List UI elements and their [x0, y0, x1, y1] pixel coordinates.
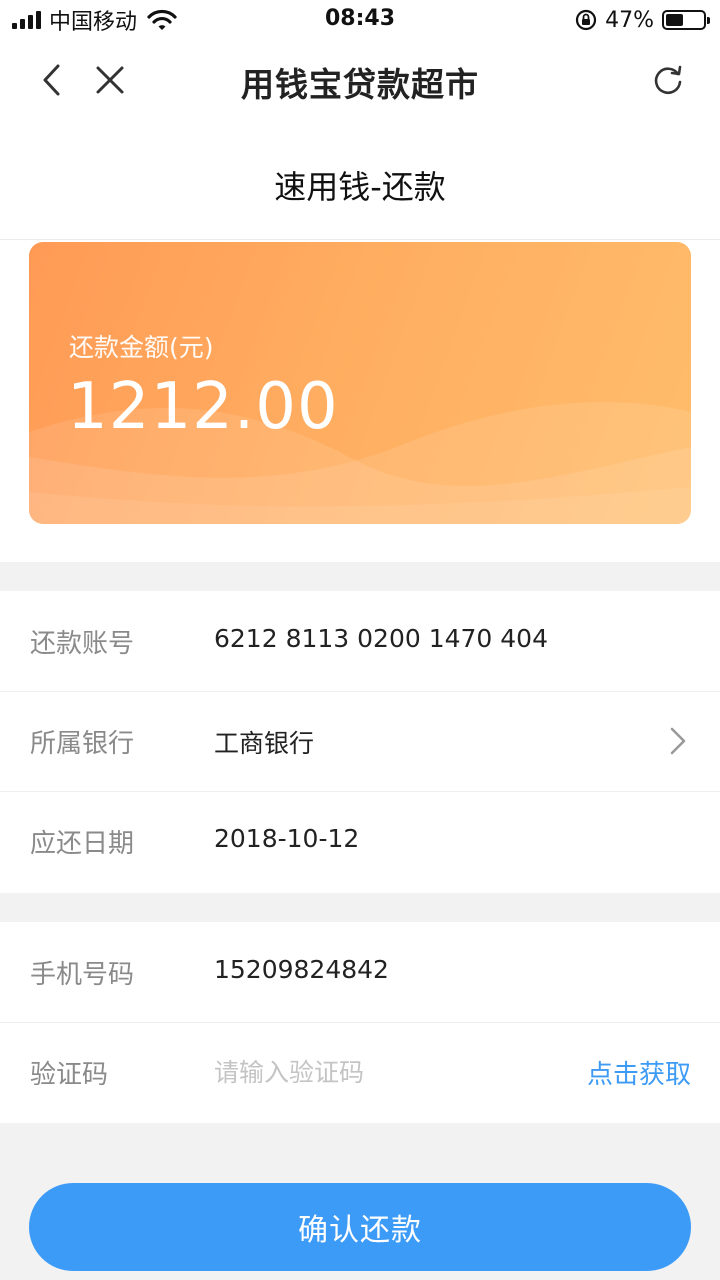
due-date-value: 2018-10-12: [214, 824, 360, 853]
code-row: 验证码 点击获取: [0, 1022, 720, 1122]
bank-label: 所属银行: [30, 729, 135, 759]
phone-label: 手机号码: [30, 960, 135, 990]
refresh-icon: [654, 65, 682, 95]
status-bar: 中国移动 08:43 47%: [0, 0, 720, 40]
amount-value: 1212.00: [67, 370, 339, 444]
rotation-lock-icon: [575, 9, 597, 31]
amount-card-section: 还款金额(元) 1212.00: [0, 240, 720, 562]
battery-fill: [666, 14, 683, 26]
close-button[interactable]: [84, 54, 136, 106]
repayment-details: 还款账号 6212 8113 0200 1470 404 所属银行 工商银行 应…: [0, 591, 720, 893]
back-button[interactable]: [26, 54, 78, 106]
account-row: 还款账号 6212 8113 0200 1470 404: [0, 591, 720, 691]
battery-percent: 47%: [605, 7, 654, 33]
amount-label: 还款金额(元): [69, 333, 214, 362]
phone-row: 手机号码 15209824842: [0, 922, 720, 1022]
account-value: 6212 8113 0200 1470 404: [214, 624, 548, 653]
due-date-row: 应还日期 2018-10-12: [0, 791, 720, 891]
amount-card: 还款金额(元) 1212.00: [29, 242, 691, 524]
sub-header: 速用钱-还款: [0, 120, 720, 240]
section-title: 速用钱-还款: [274, 168, 446, 206]
bank-row[interactable]: 所属银行 工商银行: [0, 691, 720, 791]
confirm-repayment-button[interactable]: 确认还款: [29, 1183, 691, 1271]
verification-section: 手机号码 15209824842 验证码 点击获取: [0, 922, 720, 1123]
refresh-button[interactable]: [642, 54, 694, 106]
account-label: 还款账号: [30, 629, 135, 659]
back-icon: [43, 64, 60, 96]
chevron-right-icon: [670, 727, 686, 755]
bank-value: 工商银行: [214, 729, 315, 758]
status-right: 47%: [575, 6, 710, 34]
verification-code-input[interactable]: [214, 1048, 514, 1096]
close-icon: [96, 66, 124, 94]
nav-bar: 用钱宝贷款超市: [0, 40, 720, 120]
get-code-button[interactable]: 点击获取: [587, 1054, 691, 1091]
page-title: 用钱宝贷款超市: [241, 65, 479, 104]
due-date-label: 应还日期: [30, 829, 135, 859]
battery-icon: [662, 10, 710, 30]
code-label: 验证码: [30, 1060, 109, 1090]
phone-value: 15209824842: [214, 955, 389, 984]
